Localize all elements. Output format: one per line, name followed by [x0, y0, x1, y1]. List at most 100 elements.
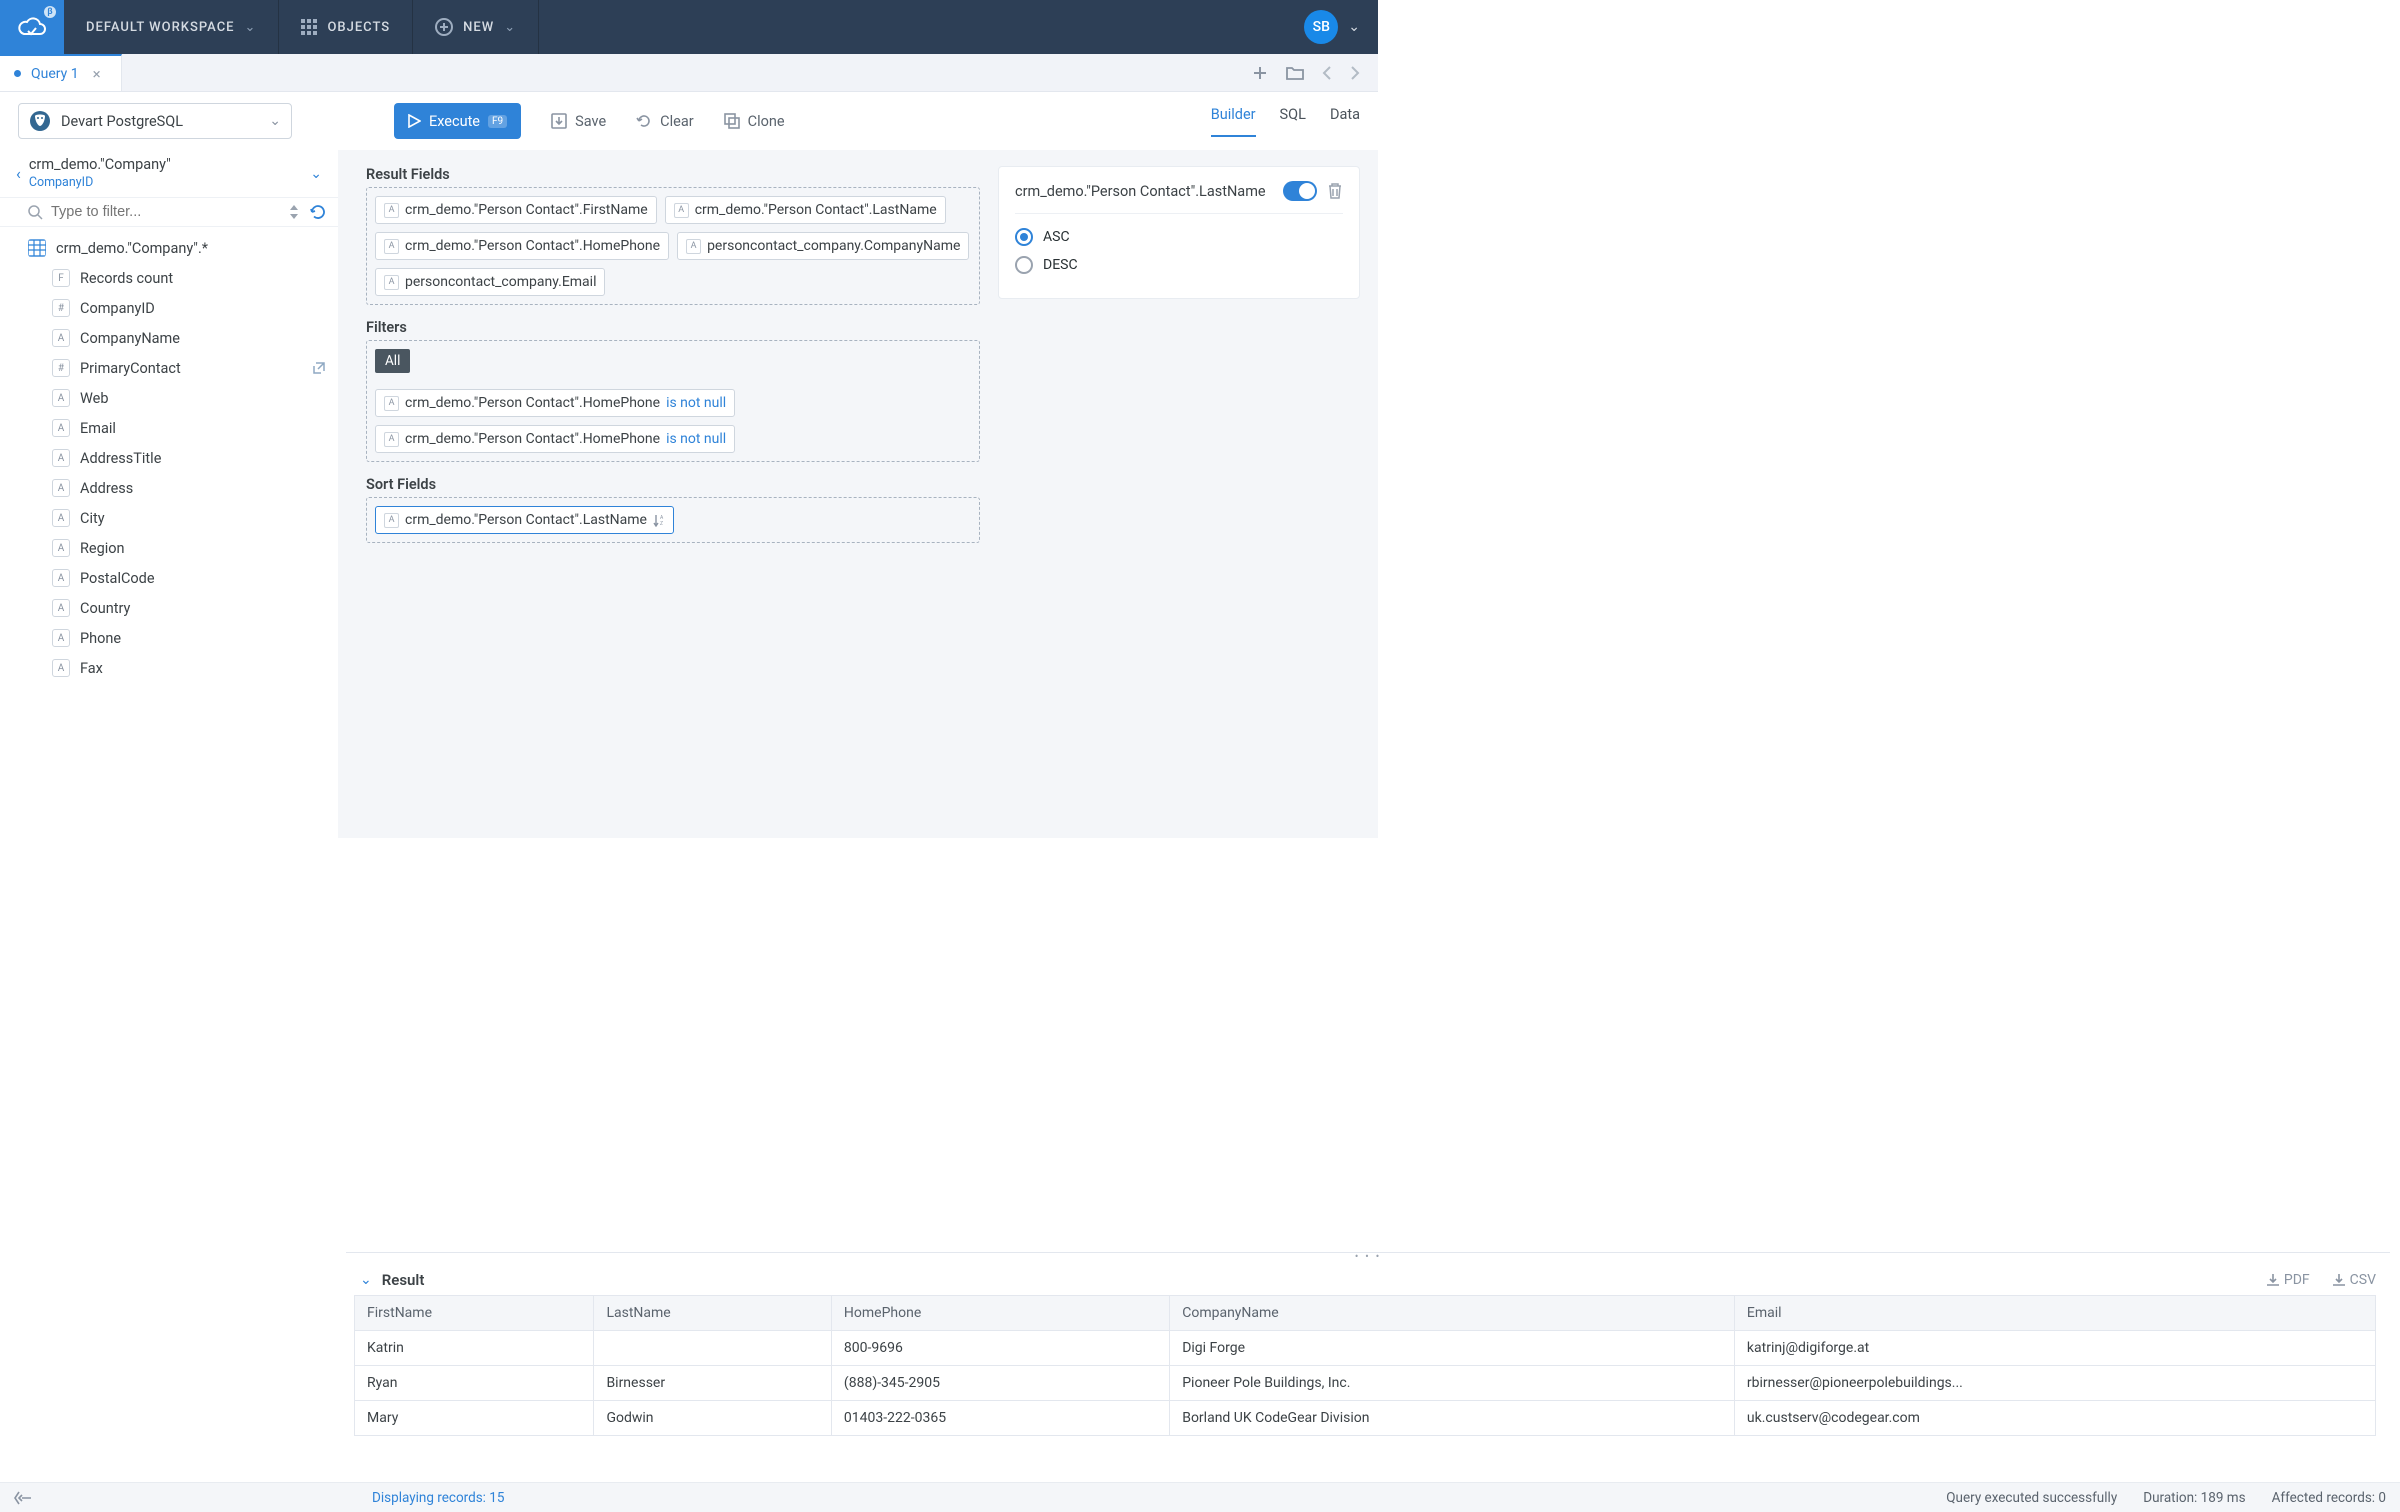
- connection-selector[interactable]: Devart PostgreSQL ⌄: [18, 103, 292, 139]
- mode-tab-data[interactable]: Data: [1330, 106, 1360, 137]
- app-logo[interactable]: β: [0, 0, 64, 54]
- filter-chip[interactable]: Acrm_demo."Person Contact".HomePhone is …: [375, 389, 735, 417]
- tree-item[interactable]: A Fax: [0, 653, 338, 683]
- column-header[interactable]: HomePhone: [831, 1296, 1169, 1331]
- radio-asc[interactable]: ASC: [1015, 228, 1343, 246]
- tree-item[interactable]: ACompanyName: [0, 323, 338, 353]
- user-menu[interactable]: SB ⌄: [1304, 10, 1378, 44]
- filter-all-chip[interactable]: All: [375, 349, 410, 373]
- prev-tab-icon[interactable]: [1322, 66, 1332, 80]
- result-table: FirstNameLastNameHomePhoneCompanyNameEma…: [354, 1295, 2376, 1436]
- execute-button[interactable]: Execute F9: [394, 103, 521, 139]
- modified-dot-icon: [14, 70, 21, 77]
- type-A-icon: A: [384, 203, 399, 218]
- tree-item-label: Fax: [80, 660, 103, 677]
- table-row[interactable]: MaryGodwin01403-222-0365Borland UK CodeG…: [355, 1401, 2376, 1436]
- sort-toggle[interactable]: [1283, 181, 1317, 201]
- external-link-icon[interactable]: [312, 361, 326, 375]
- plus-circle-icon: [435, 18, 453, 36]
- tree-item[interactable]: APostalCode: [0, 563, 338, 593]
- next-tab-icon[interactable]: [1350, 66, 1360, 80]
- radio-asc-label: ASC: [1043, 229, 1070, 245]
- tree-item-label: PrimaryContact: [80, 360, 181, 377]
- breadcrumb-sub[interactable]: CompanyID: [29, 175, 306, 191]
- radio-desc[interactable]: DESC: [1015, 256, 1343, 274]
- chip-label: crm_demo."Person Contact".HomePhone: [405, 431, 660, 447]
- clone-button[interactable]: Clone: [724, 113, 785, 130]
- tree-item[interactable]: AAddress: [0, 473, 338, 503]
- tree-item-label: CompanyName: [80, 330, 180, 347]
- tree-item[interactable]: #PrimaryContact: [0, 353, 338, 383]
- tree-item[interactable]: AAddressTitle: [0, 443, 338, 473]
- tree-item[interactable]: ACity: [0, 503, 338, 533]
- new-menu[interactable]: NEW ⌄: [413, 0, 539, 54]
- chip-label: crm_demo."Person Contact".HomePhone: [405, 238, 660, 254]
- tree-item-label: PostalCode: [80, 570, 155, 587]
- sort-box[interactable]: Acrm_demo."Person Contact".LastName AZ: [366, 497, 980, 543]
- chevron-down-icon[interactable]: ⌄: [306, 162, 326, 186]
- type-A-icon: A: [52, 539, 70, 557]
- new-label: NEW: [463, 20, 494, 35]
- tree-item[interactable]: AEmail: [0, 413, 338, 443]
- result-field-chip[interactable]: Acrm_demo."Person Contact".LastName: [665, 196, 946, 224]
- export-pdf-button[interactable]: PDF: [2266, 1272, 2310, 1288]
- sort-field-chip[interactable]: Acrm_demo."Person Contact".LastName AZ: [375, 506, 674, 534]
- type-A-icon: A: [52, 659, 70, 677]
- sort-field-name: crm_demo."Person Contact".LastName: [1015, 183, 1273, 200]
- export-csv-button[interactable]: CSV: [2332, 1272, 2376, 1288]
- column-header[interactable]: LastName: [594, 1296, 831, 1331]
- refresh-icon[interactable]: [310, 204, 326, 220]
- result-fields-box[interactable]: Acrm_demo."Person Contact".FirstNameAcrm…: [366, 187, 980, 305]
- close-icon[interactable]: ×: [93, 65, 101, 83]
- filter-chip[interactable]: Acrm_demo."Person Contact".HomePhone is …: [375, 425, 735, 453]
- result-field-chip[interactable]: Acrm_demo."Person Contact".HomePhone: [375, 232, 669, 260]
- column-header[interactable]: Email: [1734, 1296, 2375, 1331]
- collapse-sidebar-icon[interactable]: [14, 1491, 32, 1505]
- mode-tab-builder[interactable]: Builder: [1211, 106, 1256, 137]
- tree-root[interactable]: crm_demo."Company".*: [0, 233, 338, 263]
- tree-item[interactable]: #CompanyID: [0, 293, 338, 323]
- chevron-down-icon: ⌄: [245, 20, 257, 35]
- trash-icon[interactable]: [1327, 182, 1343, 200]
- statusbar: Displaying records: 15 Query executed su…: [0, 1482, 2400, 1512]
- clone-icon: [724, 113, 740, 129]
- table-row[interactable]: RyanBirnesser(888)-345-2905Pioneer Pole …: [355, 1366, 2376, 1401]
- mode-tab-sql[interactable]: SQL: [1280, 106, 1306, 137]
- tree-item[interactable]: FRecords count: [0, 263, 338, 293]
- add-tab-icon[interactable]: [1252, 65, 1268, 81]
- sort-icon[interactable]: [288, 204, 300, 220]
- type-A-icon: A: [52, 599, 70, 617]
- workspace-selector[interactable]: DEFAULT WORKSPACE ⌄: [64, 0, 279, 54]
- table-row[interactable]: Katrin800-9696Digi Forgekatrinj@digiforg…: [355, 1331, 2376, 1366]
- save-button[interactable]: Save: [551, 113, 606, 130]
- column-header[interactable]: FirstName: [355, 1296, 594, 1331]
- tree-root-label: crm_demo."Company".*: [56, 240, 208, 257]
- tree-item[interactable]: APhone: [0, 623, 338, 653]
- tree-item-label: CompanyID: [80, 300, 155, 317]
- download-icon: [2332, 1273, 2346, 1287]
- result-field-chip[interactable]: Acrm_demo."Person Contact".FirstName: [375, 196, 657, 224]
- result-field-chip[interactable]: Apersoncontact_company.Email: [375, 268, 605, 296]
- chip-label: crm_demo."Person Contact".HomePhone: [405, 395, 660, 411]
- tree-item[interactable]: AWeb: [0, 383, 338, 413]
- clear-button[interactable]: Clear: [636, 113, 693, 130]
- topbar: β DEFAULT WORKSPACE ⌄ OBJECTS NEW ⌄ SB ⌄: [0, 0, 1378, 54]
- breadcrumb-back-icon[interactable]: ‹: [8, 164, 29, 183]
- folder-open-icon[interactable]: [1286, 65, 1304, 81]
- cell: Katrin: [355, 1331, 594, 1366]
- tree-item[interactable]: ARegion: [0, 533, 338, 563]
- chip-label: personcontact_company.CompanyName: [707, 238, 960, 254]
- radio-icon: [1015, 256, 1033, 274]
- status-executed: Query executed successfully: [1946, 1490, 2117, 1506]
- svg-text:Z: Z: [660, 521, 663, 527]
- resize-handle-icon[interactable]: • • •: [346, 1253, 2390, 1265]
- execute-shortcut: F9: [488, 115, 507, 128]
- collapse-result-icon[interactable]: ⌄: [360, 1272, 372, 1288]
- filter-input[interactable]: [51, 204, 280, 220]
- result-field-chip[interactable]: Apersoncontact_company.CompanyName: [677, 232, 969, 260]
- filters-box[interactable]: All Acrm_demo."Person Contact".HomePhone…: [366, 340, 980, 462]
- tree-item[interactable]: ACountry: [0, 593, 338, 623]
- query-tab[interactable]: Query 1 ×: [0, 54, 122, 91]
- objects-button[interactable]: OBJECTS: [279, 0, 413, 54]
- column-header[interactable]: CompanyName: [1170, 1296, 1735, 1331]
